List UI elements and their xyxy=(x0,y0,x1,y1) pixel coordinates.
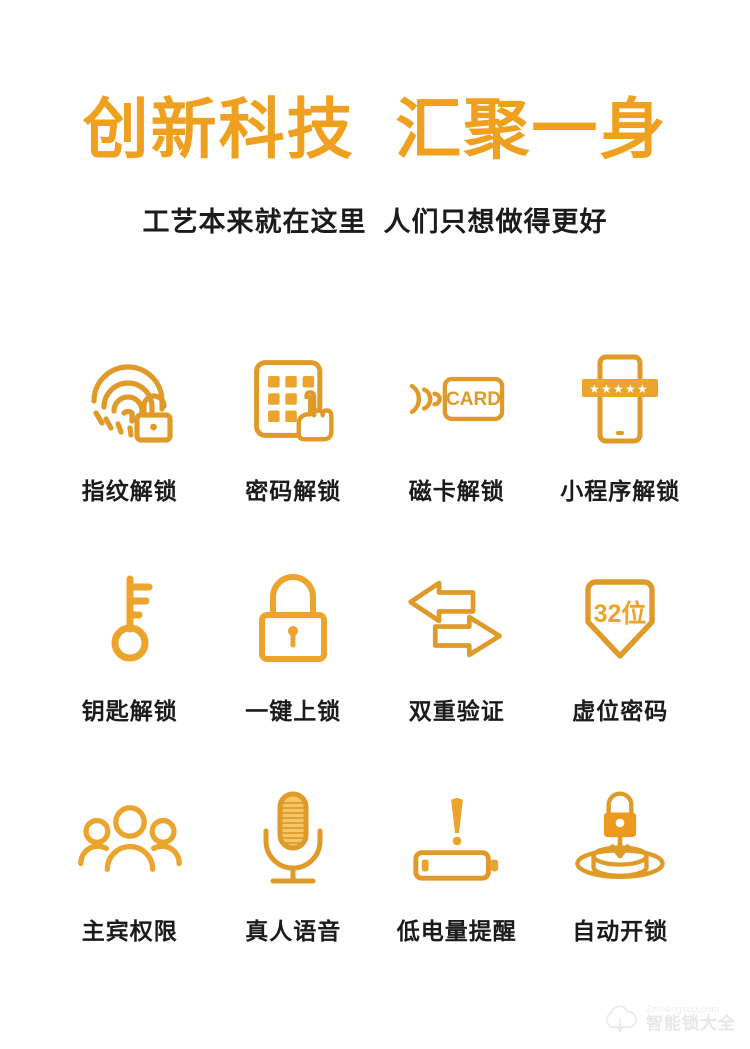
user-group-icon xyxy=(71,780,189,898)
feature-item-fingerprint-unlock: 指纹解锁 xyxy=(48,340,212,560)
svg-text:★: ★ xyxy=(601,382,612,396)
feature-label: 一键上锁 xyxy=(245,698,342,724)
fingerprint-unlock-icon xyxy=(71,340,189,458)
page-title: 创新科技 汇聚一身 xyxy=(82,92,668,166)
feature-label: 主宾权限 xyxy=(81,918,178,944)
padlock-icon xyxy=(234,560,352,678)
feature-label: 低电量提醒 xyxy=(396,918,517,944)
dual-arrows-icon xyxy=(398,560,516,678)
page-subtitle: 工艺本来就在这里 人们只想做得更好 xyxy=(142,207,608,237)
mini-program-phone-icon: ★ ★ ★ ★ ★ xyxy=(561,340,679,458)
low-battery-alert-icon xyxy=(398,780,516,898)
page-header: 创新科技 汇聚一身 工艺本来就在这里 人们只想做得更好 xyxy=(0,0,750,239)
feature-label: 虚位密码 xyxy=(572,698,669,724)
svg-text:★: ★ xyxy=(589,382,600,396)
feature-item-one-click-lock: 一键上锁 xyxy=(212,560,376,780)
feature-item-human-voice: 真人语音 xyxy=(212,780,376,1000)
feature-label: 自动开锁 xyxy=(572,918,669,944)
feature-label: 小程序解锁 xyxy=(560,478,681,504)
feature-item-low-battery-alert: 低电量提醒 xyxy=(375,780,539,1000)
feature-label: 真人语音 xyxy=(245,918,342,944)
key-unlock-icon xyxy=(71,560,189,678)
watermark: Zhinengsuo.com 智能锁大全 xyxy=(601,1003,736,1035)
feature-label: 磁卡解锁 xyxy=(408,478,505,504)
svg-text:★: ★ xyxy=(637,382,648,396)
feature-item-password-unlock: 密码解锁 xyxy=(212,340,376,560)
feature-label: 指纹解锁 xyxy=(81,478,178,504)
shield-icon-text: 32位 xyxy=(594,599,647,628)
keypad-password-icon xyxy=(234,340,352,458)
feature-item-dual-verification: 双重验证 xyxy=(375,560,539,780)
feature-item-card-unlock: CARD 磁卡解锁 xyxy=(375,340,539,560)
feature-label: 密码解锁 xyxy=(245,478,342,504)
feature-item-key-unlock: 钥匙解锁 xyxy=(48,560,212,780)
card-icon-text: CARD xyxy=(446,389,501,410)
shield-32bit-icon: 32位 xyxy=(561,560,679,678)
feature-label: 钥匙解锁 xyxy=(81,698,178,724)
feature-item-auto-unlock: 自动开锁 xyxy=(539,780,703,1000)
card-unlock-icon: CARD xyxy=(398,340,516,458)
svg-text:★: ★ xyxy=(613,382,624,396)
feature-item-virtual-password: 32位 虚位密码 xyxy=(539,560,703,780)
feature-label: 双重验证 xyxy=(408,698,505,724)
microphone-icon xyxy=(234,780,352,898)
svg-text:★: ★ xyxy=(625,382,636,396)
feature-grid: 指纹解锁 密码解锁 CARD 磁卡解锁 ★ ★ ★ ★ ★ 小程序解锁 钥匙解锁… xyxy=(48,340,702,1000)
cloud-logo-icon xyxy=(606,1005,637,1033)
watermark-line2: 智能锁大全 xyxy=(646,1013,736,1033)
auto-unlock-icon xyxy=(561,780,679,898)
feature-item-miniprogram-unlock: ★ ★ ★ ★ ★ 小程序解锁 xyxy=(539,340,703,560)
watermark-text: Zhinengsuo.com 智能锁大全 xyxy=(646,1004,736,1033)
feature-item-user-permissions: 主宾权限 xyxy=(48,780,212,1000)
